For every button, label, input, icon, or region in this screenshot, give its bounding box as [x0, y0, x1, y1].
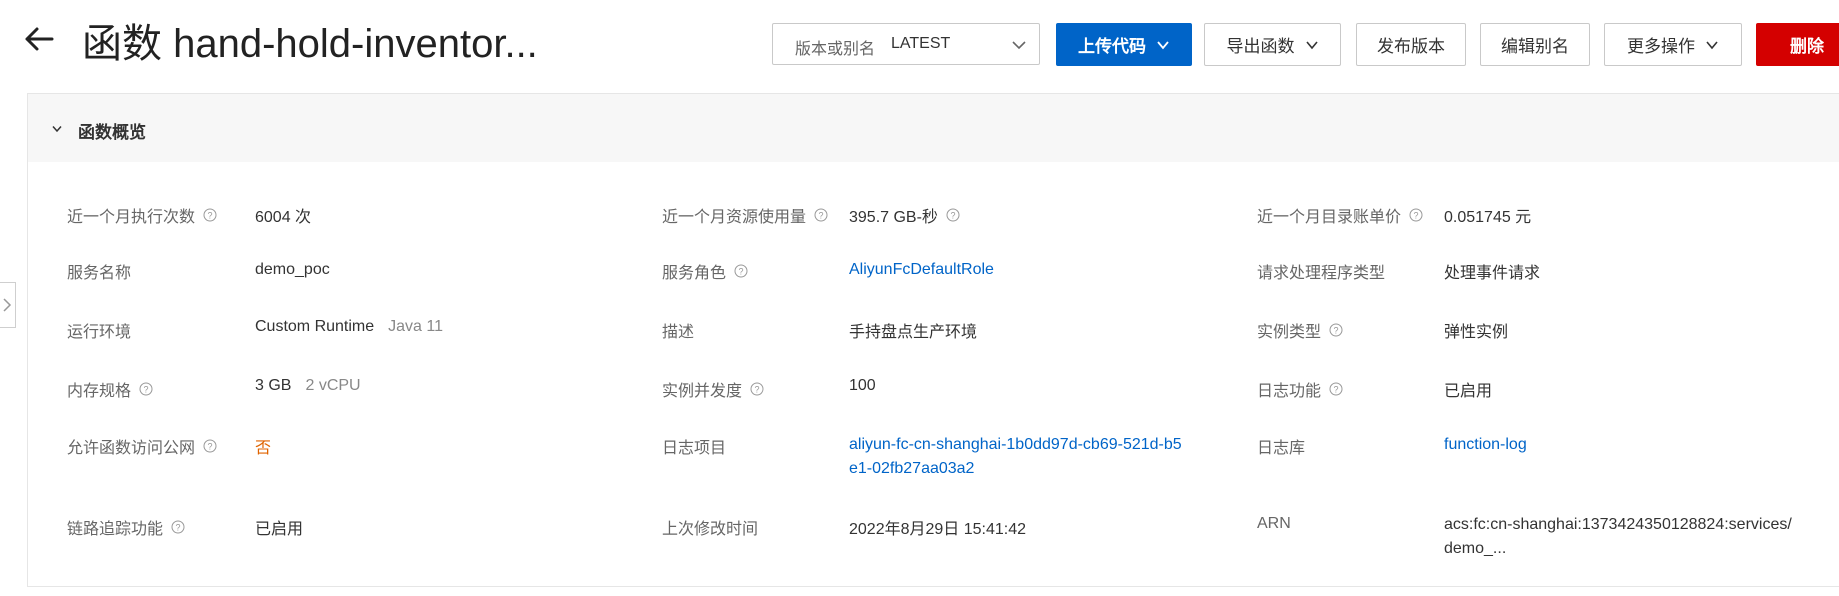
more-actions-button[interactable]: 更多操作 [1604, 23, 1742, 66]
version-select-value: LATEST [891, 35, 951, 52]
info-label: 日志功能 ? [1257, 377, 1343, 401]
svg-text:?: ? [1334, 326, 1339, 336]
panel-title: 函数概览 [78, 123, 146, 142]
monthly-invocations-value: 6004 次 [255, 209, 312, 226]
logstore-link[interactable]: function-log [1444, 436, 1527, 454]
info-label: 请求处理程序类型 [1257, 265, 1386, 282]
last-modified-value: 2022年8月29日 15:41:42 [849, 521, 1027, 538]
runtime-value: Custom Runtime Java 11 [255, 318, 444, 335]
edit-alias-label: 编辑别名 [1501, 37, 1569, 56]
publish-version-button[interactable]: 发布版本 [1356, 23, 1466, 66]
service-name-value: demo_poc [255, 261, 330, 278]
edit-alias-button[interactable]: 编辑别名 [1480, 23, 1590, 66]
more-actions-label: 更多操作 [1627, 37, 1695, 56]
page-title: 函数 hand-hold-inventor... [82, 22, 538, 66]
concurrency-value: 100 [849, 377, 876, 394]
help-circle-icon[interactable]: ? [946, 208, 960, 222]
help-circle-icon[interactable]: ? [203, 439, 217, 453]
service-role-link[interactable]: AliyunFcDefaultRole [849, 261, 994, 279]
handler-type-value: 处理事件请求 [1444, 265, 1541, 282]
resource-usage-value: 395.7 GB-秒 ? [849, 203, 960, 227]
svg-text:?: ? [176, 523, 181, 533]
svg-text:?: ? [208, 442, 213, 452]
svg-text:?: ? [1414, 211, 1419, 221]
help-circle-icon[interactable]: ? [734, 264, 748, 278]
export-function-label: 导出函数 [1226, 37, 1295, 56]
info-label: 服务角色 ? [662, 259, 748, 283]
help-circle-icon[interactable]: ? [203, 208, 217, 222]
delete-label: 删除 [1790, 37, 1824, 56]
svg-text:?: ? [755, 385, 760, 395]
help-circle-icon[interactable]: ? [814, 208, 828, 222]
upload-code-button[interactable]: 上传代码 [1056, 23, 1192, 66]
svg-text:?: ? [1334, 385, 1339, 395]
svg-text:?: ? [819, 211, 824, 221]
svg-text:?: ? [950, 211, 955, 221]
chevron-down-icon [1157, 40, 1169, 49]
svg-text:?: ? [208, 211, 213, 221]
export-function-button[interactable]: 导出函数 [1204, 23, 1341, 66]
logging-value: 已启用 [1444, 383, 1493, 400]
help-circle-icon[interactable]: ? [139, 382, 153, 396]
help-circle-icon[interactable]: ? [1329, 323, 1343, 337]
back-arrow-icon[interactable] [22, 22, 56, 56]
info-label: 日志库 [1257, 440, 1306, 457]
description-value: 手持盘点生产环境 [849, 324, 978, 341]
info-label: 近一个月资源使用量 ? [662, 203, 828, 227]
info-label: 实例并发度 ? [662, 377, 764, 401]
version-alias-select[interactable]: 版本或别名 LATEST [772, 23, 1040, 65]
panel-header[interactable]: 函数概览 [28, 94, 1839, 162]
svg-text:?: ? [144, 385, 149, 395]
arn-value: acs:fc:cn-shanghai:1373424350128824:serv… [1444, 516, 1792, 557]
info-label: ARN [1257, 515, 1291, 532]
info-label: 上次修改时间 [662, 521, 759, 538]
tracing-value: 已启用 [255, 521, 304, 538]
info-label: 运行环境 [67, 324, 132, 341]
help-circle-icon[interactable]: ? [1409, 208, 1423, 222]
chevron-down-icon [1012, 41, 1026, 50]
info-label: 描述 [662, 324, 695, 341]
publish-version-label: 发布版本 [1377, 37, 1445, 56]
info-label: 内存规格 ? [67, 377, 153, 401]
memory-value: 3 GB 2 vCPU [255, 377, 361, 394]
chevron-down-icon [1305, 40, 1318, 49]
info-label: 允许函数访问公网 ? [67, 434, 217, 458]
info-label: 链路追踪功能 ? [67, 515, 185, 539]
log-project-link[interactable]: aliyun-fc-cn-shanghai-1b0dd97d-cb69-521d… [849, 433, 1189, 481]
version-select-label: 版本或别名 [795, 41, 876, 58]
chevron-down-icon [1706, 40, 1718, 49]
info-label: 服务名称 [67, 265, 132, 282]
upload-code-label: 上传代码 [1078, 37, 1146, 56]
info-label: 近一个月执行次数 ? [67, 203, 217, 227]
help-circle-icon[interactable]: ? [750, 382, 764, 396]
delete-button[interactable]: 删除 [1756, 23, 1839, 66]
instance-type-value: 弹性实例 [1444, 324, 1509, 341]
info-label: 日志项目 [662, 440, 727, 457]
side-panel-toggle[interactable] [0, 282, 16, 328]
help-circle-icon[interactable]: ? [171, 520, 185, 534]
list-price-value: 0.051745 元 [1444, 209, 1532, 226]
internet-access-value: 否 [255, 440, 272, 457]
function-overview-panel: 函数概览 近一个月执行次数 ? 6004 次 近一个月资源使用量 ? 395.7… [27, 93, 1839, 587]
collapse-chevron-icon[interactable] [51, 123, 63, 135]
svg-text:?: ? [739, 267, 744, 277]
info-label: 实例类型 ? [1257, 318, 1343, 342]
help-circle-icon[interactable]: ? [1329, 382, 1343, 396]
chevron-right-icon [3, 298, 12, 312]
info-label: 近一个月目录账单价 ? [1257, 203, 1423, 227]
